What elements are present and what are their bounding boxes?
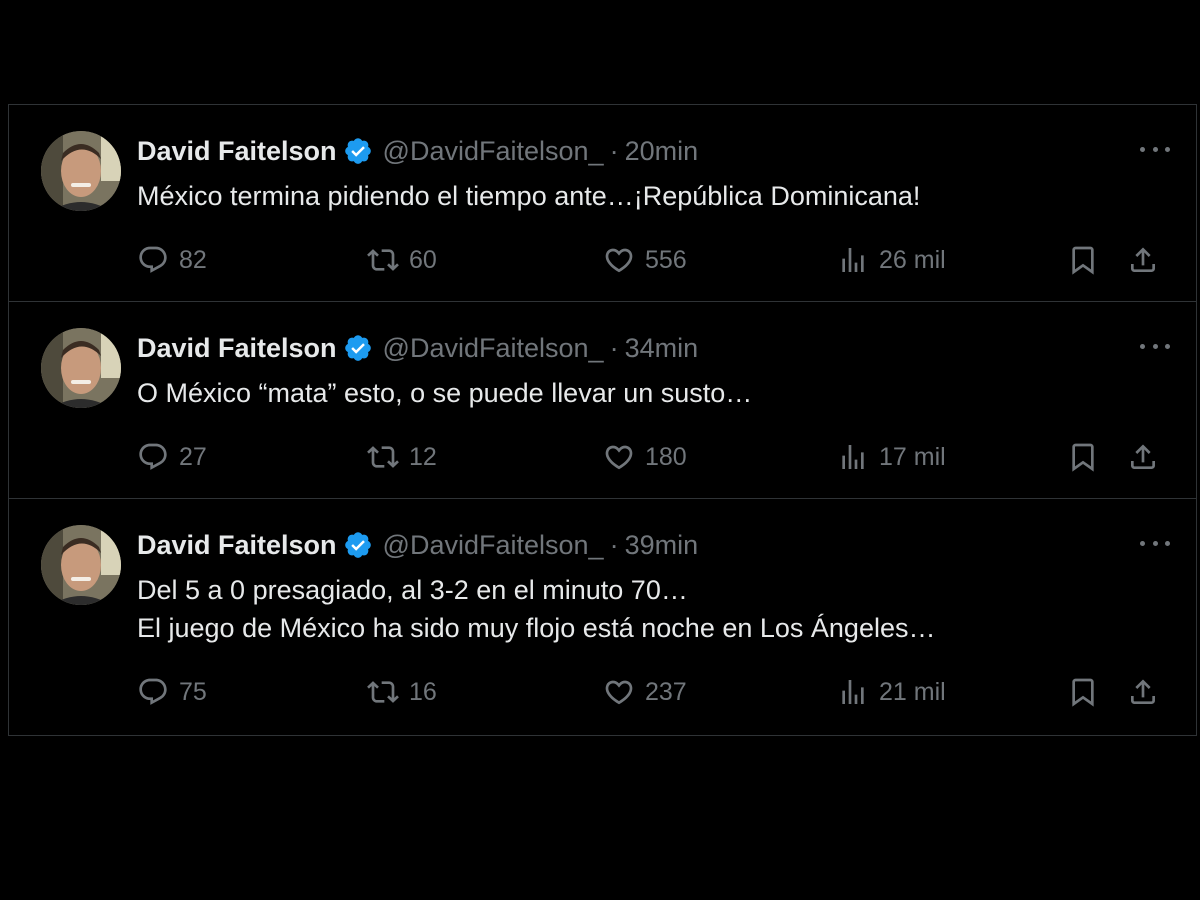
separator-dot: · bbox=[609, 529, 619, 560]
author-handle[interactable]: @DavidFaitelson_ bbox=[383, 530, 604, 561]
avatar-image bbox=[41, 131, 121, 211]
tweet-actions: 75 16 237 21 mil bbox=[137, 674, 1160, 710]
view-count: 21 mil bbox=[879, 677, 946, 706]
reply-button[interactable]: 82 bbox=[137, 242, 207, 278]
verified-badge-icon bbox=[344, 335, 371, 361]
more-icon[interactable] bbox=[1140, 336, 1170, 356]
views-button[interactable]: 21 mil bbox=[837, 674, 946, 710]
avatar[interactable] bbox=[41, 525, 121, 605]
like-button[interactable]: 180 bbox=[603, 439, 687, 475]
avatar-image bbox=[41, 525, 121, 605]
reply-count: 27 bbox=[179, 442, 207, 471]
reply-icon bbox=[139, 443, 167, 470]
tweet[interactable]: David Faitelson @DavidFaitelson_ · 34min… bbox=[8, 302, 1197, 499]
tweet-feed: David Faitelson @DavidFaitelson_ · 20min… bbox=[8, 104, 1197, 736]
like-count: 180 bbox=[645, 442, 687, 471]
timestamp[interactable]: 39min bbox=[625, 530, 699, 561]
repost-count: 16 bbox=[409, 677, 437, 706]
repost-icon bbox=[367, 681, 399, 703]
bookmark-icon bbox=[1072, 678, 1094, 707]
author-handle[interactable]: @DavidFaitelson_ bbox=[383, 136, 604, 167]
heart-icon bbox=[605, 248, 633, 273]
share-icon bbox=[1131, 679, 1155, 704]
reply-icon bbox=[139, 678, 167, 705]
tweet-header: David Faitelson @DavidFaitelson_ · 20min bbox=[137, 133, 1176, 169]
bookmark-icon bbox=[1072, 246, 1094, 275]
like-button[interactable]: 556 bbox=[603, 242, 687, 278]
avatar-image bbox=[41, 328, 121, 408]
like-count: 556 bbox=[645, 245, 687, 274]
repost-button[interactable]: 16 bbox=[367, 674, 437, 710]
tweet-actions: 27 12 180 17 mil bbox=[137, 439, 1160, 475]
more-icon[interactable] bbox=[1140, 139, 1170, 159]
like-count: 237 bbox=[645, 677, 687, 706]
repost-icon bbox=[367, 446, 399, 468]
author-handle[interactable]: @DavidFaitelson_ bbox=[383, 333, 604, 364]
share-icon bbox=[1131, 247, 1155, 272]
tweet-text: O México “mata” esto, o se puede llevar … bbox=[137, 374, 1166, 412]
share-button[interactable] bbox=[1127, 674, 1159, 710]
more-icon[interactable] bbox=[1140, 533, 1170, 553]
repost-button[interactable]: 12 bbox=[367, 439, 437, 475]
bookmark-icon bbox=[1072, 443, 1094, 472]
verified-badge-icon bbox=[344, 532, 371, 558]
reply-button[interactable]: 75 bbox=[137, 674, 207, 710]
tweet-header: David Faitelson @DavidFaitelson_ · 39min bbox=[137, 527, 1176, 563]
views-button[interactable]: 17 mil bbox=[837, 439, 946, 475]
tweet[interactable]: David Faitelson @DavidFaitelson_ · 39min… bbox=[8, 499, 1197, 736]
verified-badge-icon bbox=[344, 138, 371, 164]
views-icon bbox=[842, 680, 864, 704]
author-name[interactable]: David Faitelson bbox=[137, 333, 337, 364]
repost-count: 60 bbox=[409, 245, 437, 274]
share-button[interactable] bbox=[1127, 242, 1159, 278]
repost-count: 12 bbox=[409, 442, 437, 471]
timestamp[interactable]: 20min bbox=[625, 136, 699, 167]
tweet-actions: 82 60 556 26 mil bbox=[137, 242, 1160, 278]
tweet-text-line: O México “mata” esto, o se puede llevar … bbox=[137, 378, 753, 408]
views-icon bbox=[842, 248, 864, 272]
tweet-text-line: El juego de México ha sido muy flojo est… bbox=[137, 613, 936, 643]
like-button[interactable]: 237 bbox=[603, 674, 687, 710]
share-icon bbox=[1131, 444, 1155, 469]
author-name[interactable]: David Faitelson bbox=[137, 136, 337, 167]
views-button[interactable]: 26 mil bbox=[837, 242, 946, 278]
repost-icon bbox=[367, 249, 399, 271]
bookmark-button[interactable] bbox=[1067, 242, 1099, 278]
tweet-header: David Faitelson @DavidFaitelson_ · 34min bbox=[137, 330, 1176, 366]
tweet-text-line: Del 5 a 0 presagiado, al 3-2 en el minut… bbox=[137, 575, 688, 605]
heart-icon bbox=[605, 445, 633, 470]
heart-icon bbox=[605, 680, 633, 705]
avatar[interactable] bbox=[41, 131, 121, 211]
timestamp[interactable]: 34min bbox=[625, 333, 699, 364]
author-name[interactable]: David Faitelson bbox=[137, 530, 337, 561]
view-count: 17 mil bbox=[879, 442, 946, 471]
separator-dot: · bbox=[609, 135, 619, 166]
tweet-text: Del 5 a 0 presagiado, al 3-2 en el minut… bbox=[137, 571, 1166, 647]
separator-dot: · bbox=[609, 332, 619, 363]
views-icon bbox=[842, 445, 864, 469]
view-count: 26 mil bbox=[879, 245, 946, 274]
reply-icon bbox=[139, 246, 167, 273]
reply-button[interactable]: 27 bbox=[137, 439, 207, 475]
tweet-text: México termina pidiendo el tiempo ante…¡… bbox=[137, 177, 1166, 215]
bookmark-button[interactable] bbox=[1067, 674, 1099, 710]
reply-count: 82 bbox=[179, 245, 207, 274]
tweet-text-line: México termina pidiendo el tiempo ante…¡… bbox=[137, 181, 921, 211]
repost-button[interactable]: 60 bbox=[367, 242, 437, 278]
bookmark-button[interactable] bbox=[1067, 439, 1099, 475]
share-button[interactable] bbox=[1127, 439, 1159, 475]
avatar[interactable] bbox=[41, 328, 121, 408]
tweet[interactable]: David Faitelson @DavidFaitelson_ · 20min… bbox=[8, 105, 1197, 302]
reply-count: 75 bbox=[179, 677, 207, 706]
